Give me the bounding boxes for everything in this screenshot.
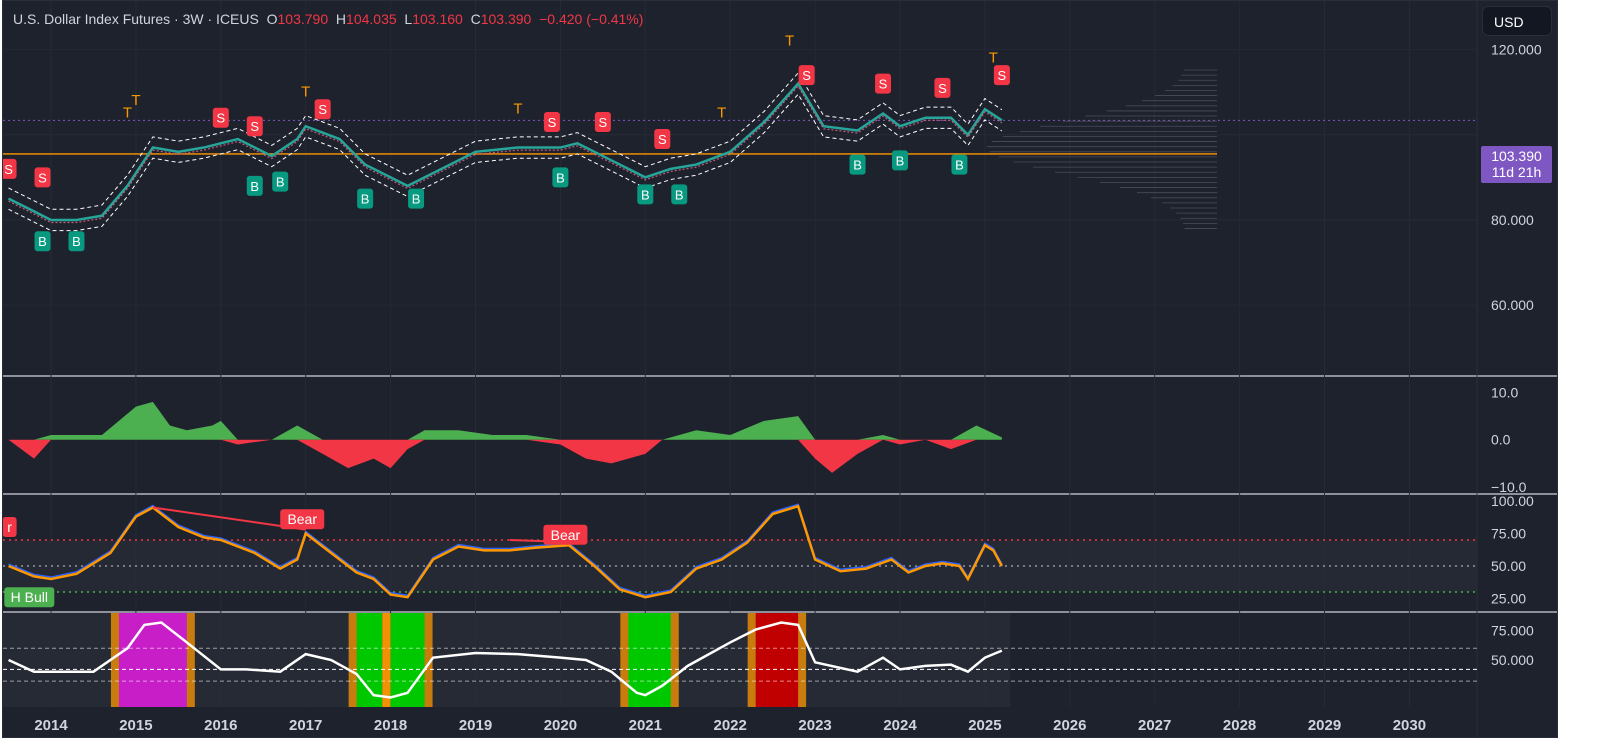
rsi-tick-label: 100.00 [1491,493,1534,509]
year-label: 2027 [1138,717,1171,734]
symbol-legend: U.S. Dollar Index Futures · 3W · ICEUS O… [13,11,643,27]
price-tick-label: 80.000 [1491,212,1534,228]
year-label: 2025 [968,717,1001,734]
marker-label: B [556,170,565,185]
cycle-tick-label: 50.000 [1491,652,1534,668]
year-label: 2020 [544,717,577,734]
marker-label: B [38,234,47,249]
oscillator-positive-area [8,401,1002,440]
year-label: 2016 [204,717,237,734]
marker-label: S [318,102,327,117]
rsi-tick-label: 25.00 [1491,591,1526,607]
marker-label: S [879,77,888,92]
open-value: 103.790 [277,11,329,27]
year-label: 2014 [34,717,68,734]
marker-label: S [548,115,557,130]
currency-button[interactable]: USD [1482,6,1552,36]
top-marker: T [989,49,998,66]
change-value: −0.420 (−0.41%) [539,11,644,27]
year-label: 2017 [289,717,322,734]
marker-label: B [955,158,964,173]
year-label: 2021 [629,717,662,734]
marker-label: S [599,115,608,130]
year-label: 2018 [374,717,407,734]
year-label: 2029 [1308,717,1341,734]
chart-canvas[interactable]: 2014 2015 2016 2017 2018 2019 2020 2021 2022 2023… [3,1,1558,738]
high-value: 104.035 [346,11,397,27]
year-label: 2015 [119,717,152,734]
marker-label: B [276,175,285,190]
year-label: 2028 [1223,717,1256,734]
marker-label: B [853,158,862,173]
year-label: 2024 [883,717,917,734]
year-label: 2026 [1053,717,1086,734]
chart-frame[interactable]: 2014 2015 2016 2017 2018 2019 2020 2021 2022 2023… [2,0,1558,738]
marker-label: S [658,132,667,147]
envelope-upper [8,72,1003,210]
marker-label: B [675,187,684,202]
top-marker: T [785,32,794,49]
marker-label: B [412,192,421,207]
rsi-tick-label: 50.00 [1491,558,1526,574]
rsi-tick-label: 75.00 [1491,526,1526,542]
marker-label: B [641,187,650,202]
marker-label: S [938,81,947,96]
marker-label: S [38,170,47,185]
last-price-tag: 103.390 11d 21h [1481,146,1552,183]
year-label: 2030 [1393,717,1426,734]
cycle-tick-label: 75.000 [1491,623,1534,639]
marker-label: S [250,119,259,134]
low-value: 103.160 [412,11,463,27]
open-label: O [266,11,278,27]
marker-label: S [802,68,811,83]
bar-countdown: 11d 21h [1491,164,1542,180]
rsi-divergence-label: Bear [287,511,317,527]
high-label: H [335,11,347,27]
top-marker: T [513,100,522,117]
rsi-divergence-label: r [7,519,12,535]
close-label: C [470,11,481,27]
marker-label: S [4,162,13,177]
rsi-divergence-label: Bear [551,527,581,543]
marker-label: S [216,111,225,126]
cycle-band [118,613,187,707]
year-label: 2022 [714,717,747,734]
marker-label: B [250,179,259,194]
symbol-title: U.S. Dollar Index Futures · 3W · ICEUS [13,11,259,27]
top-marker: T [717,105,726,122]
year-label: 2019 [459,717,492,734]
last-price-value: 103.390 [1491,148,1542,164]
oscillator-negative-area [8,439,1002,473]
cycle-band [356,613,383,707]
price-tick-label: 60.000 [1491,297,1534,313]
marker-label: S [998,68,1007,83]
close-value: 103.390 [480,11,532,27]
top-marker: T [131,92,140,109]
top-marker: T [301,83,310,100]
marker-label: B [72,234,81,249]
price-tick-label: 120.000 [1491,42,1542,58]
marker-label: B [361,192,370,207]
oscillator-tick-label: 10.0 [1491,384,1518,400]
rsi-divergence-label: H Bull [11,589,48,605]
year-label: 2023 [798,717,831,734]
marker-label: B [896,153,905,168]
oscillator-tick-label: 0.0 [1491,432,1511,448]
